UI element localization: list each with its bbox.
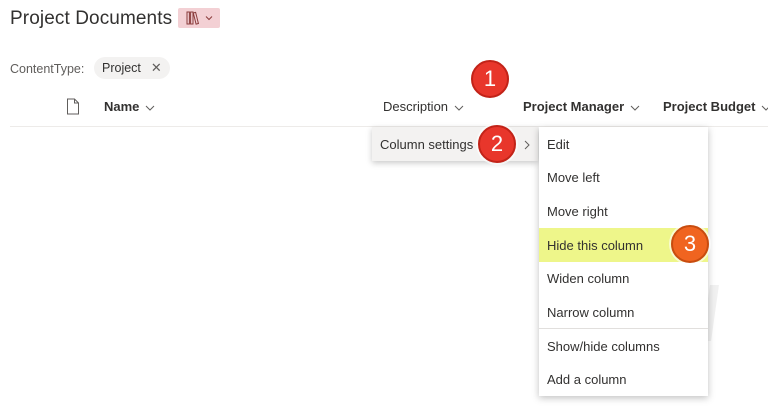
column-header-label: Project Budget (663, 99, 756, 114)
menu-item-move-left[interactable]: Move left (539, 160, 708, 194)
column-header-project-manager[interactable]: Project Manager (523, 99, 640, 114)
column-header-project-budget[interactable]: Project Budget (663, 99, 768, 114)
chevron-down-icon (145, 99, 155, 114)
filter-label: ContentType: (10, 62, 85, 76)
menu-item-show-hide-columns[interactable]: Show/hide columns (539, 329, 708, 363)
document-icon[interactable] (66, 98, 80, 120)
chevron-down-icon (761, 99, 768, 114)
column-header-label: Project Manager (523, 99, 625, 114)
menu-item-move-right[interactable]: Move right (539, 194, 708, 228)
library-icon (186, 11, 202, 25)
callout-badge: 2 (478, 125, 516, 163)
chevron-down-icon (205, 15, 213, 21)
callout-badge: 3 (671, 225, 709, 263)
close-icon[interactable]: ✕ (151, 60, 162, 76)
menu-item-edit[interactable]: Edit (539, 127, 708, 161)
page-title: Project Documents (10, 8, 173, 29)
column-header-label: Description (383, 99, 449, 114)
column-header-description[interactable]: Description (383, 99, 464, 114)
menu-item-widen-column[interactable]: Widen column (539, 261, 708, 295)
view-switcher-button[interactable] (178, 8, 220, 28)
menu-item-label: Column settings (380, 136, 474, 152)
column-header-name[interactable]: Name (104, 99, 155, 114)
filter-value: Project (102, 61, 141, 75)
callout-badge: 1 (471, 60, 509, 98)
filter-pill[interactable]: Project ✕ (94, 57, 170, 79)
chevron-down-icon (630, 99, 640, 114)
chevron-down-icon (454, 99, 464, 114)
menu-item-add-column[interactable]: Add a column (539, 362, 708, 396)
menu-item-narrow-column[interactable]: Narrow column (539, 295, 708, 329)
column-header-label: Name (104, 99, 140, 114)
chevron-right-icon (524, 138, 530, 153)
